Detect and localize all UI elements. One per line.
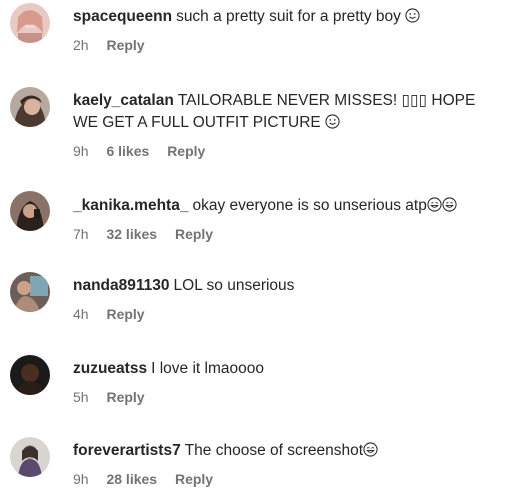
comment-time: 7h [73, 226, 89, 242]
comment-text: The choose of screenshot [184, 442, 364, 459]
comment-meta: 4h Reply [73, 305, 504, 323]
comment-meta: 9h 28 likes Reply [73, 470, 504, 488]
comment-time: 2h [73, 37, 89, 53]
grinning-sweat-face-icon [427, 197, 442, 212]
avatar[interactable] [10, 191, 50, 231]
avatar[interactable] [10, 355, 50, 395]
comment-text: such a pretty suit for a pretty boy [176, 8, 401, 25]
comment-username[interactable]: foreverartists7 [73, 442, 181, 459]
reply-button[interactable]: Reply [106, 37, 144, 53]
comment-text: okay everyone is so unserious atp [192, 197, 427, 214]
comment-text: LOL so unserious [173, 277, 295, 294]
likes-count[interactable]: 28 likes [106, 471, 157, 487]
reply-button[interactable]: Reply [106, 389, 144, 405]
comment-time: 4h [73, 306, 89, 322]
comment-meta: 2h Reply [73, 36, 504, 54]
avatar[interactable] [10, 87, 50, 127]
slightly-smiling-face-icon [325, 114, 340, 129]
comment-username[interactable]: _kanika.mehta_ [73, 197, 188, 214]
likes-count[interactable]: 6 likes [106, 143, 149, 159]
comment-username[interactable]: spacequeenn [73, 8, 172, 25]
comment-time: 9h [73, 143, 89, 159]
avatar[interactable] [10, 272, 50, 312]
slightly-smiling-face-icon [405, 8, 420, 23]
reply-button[interactable]: Reply [175, 471, 213, 487]
reply-button[interactable]: Reply [167, 143, 205, 159]
reply-button[interactable]: Reply [106, 306, 144, 322]
comment-meta: 7h 32 likes Reply [73, 225, 504, 243]
grinning-sweat-face-icon [442, 197, 457, 212]
likes-count[interactable]: 32 likes [106, 226, 157, 242]
laughing-face-icon [363, 442, 378, 457]
avatar[interactable] [10, 437, 50, 477]
avatar[interactable] [10, 3, 50, 43]
comment-time: 9h [73, 471, 89, 487]
reply-button[interactable]: Reply [175, 226, 213, 242]
comment-time: 5h [73, 389, 89, 405]
comment-meta: 9h 6 likes Reply [73, 142, 504, 160]
comment-meta: 5h Reply [73, 388, 504, 406]
comment-username[interactable]: nanda891130 [73, 277, 170, 294]
comment-username[interactable]: kaely_catalan [73, 92, 174, 109]
comment-text: I love it lmaoooo [151, 360, 264, 377]
comment-username[interactable]: zuzueatss [73, 360, 147, 377]
